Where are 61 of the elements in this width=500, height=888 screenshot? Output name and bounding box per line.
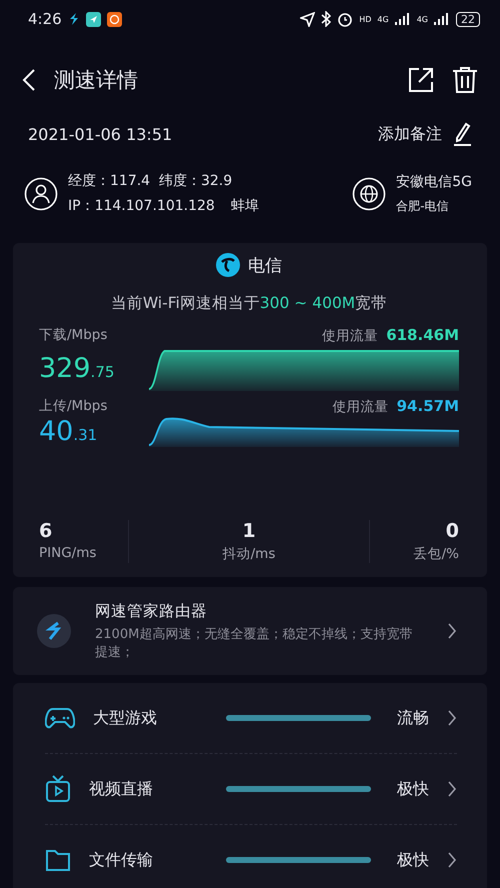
stat-label: PING/ms	[39, 545, 96, 561]
location-icon	[300, 12, 316, 26]
speed-value: 40.31	[39, 416, 98, 447]
share-icon[interactable]	[408, 67, 434, 93]
test-datetime: 2021-01-06 13:51	[28, 124, 172, 144]
back-icon[interactable]	[22, 68, 36, 92]
battery-level: 22	[456, 12, 480, 26]
ip-address: IP：114.107.101.128	[68, 197, 215, 215]
provider-name: 电信	[248, 254, 282, 276]
status-time: 4:26	[28, 10, 62, 28]
rating-value: 流畅	[397, 708, 429, 728]
stat-value: 0	[446, 520, 459, 542]
globe-icon	[352, 176, 386, 210]
ad-description: 2100M超高网速；无缝全覆盖；稳定不掉线；支持宽带提速；	[95, 626, 414, 662]
alarm-icon	[337, 11, 354, 27]
pencil-icon[interactable]	[452, 122, 472, 146]
speed-summary: 当前Wi-Fi网速相当于300 ~ 400M宽带	[110, 293, 388, 314]
folder-icon	[45, 848, 71, 872]
carrier-logo-icon	[216, 253, 240, 277]
app-icon	[106, 12, 122, 26]
page-title: 测速详情	[54, 67, 139, 94]
usage-label: 使用流量	[322, 327, 378, 345]
person-icon	[24, 176, 58, 210]
chevron-icon	[447, 851, 457, 869]
usage-value: 94.57M	[396, 397, 459, 415]
rating-name: 视频直播	[89, 778, 154, 800]
stat-value: 1	[242, 520, 256, 542]
chevron-icon	[447, 709, 457, 727]
carrier-region: 合肥-电信	[396, 198, 450, 214]
coordinates-text: 经度：117.4 纬度：32.9	[68, 172, 234, 190]
chevron-icon	[447, 780, 457, 798]
speed-label: 下载/Mbps	[39, 326, 108, 345]
router-ad-card[interactable]: 网速管家路由器 2100M超高网速；无缝全覆盖；稳定不掉线；支持宽带提速；	[13, 587, 487, 675]
gamepad-icon	[45, 706, 75, 730]
rating-name: 文件传输	[89, 850, 154, 870]
usage-value: 618.46M	[386, 326, 459, 344]
stat-label: 丢包/%	[414, 545, 459, 563]
bluetooth-icon	[321, 11, 332, 27]
ad-title: 网速管家路由器	[95, 600, 208, 622]
delete-icon[interactable]	[452, 66, 478, 94]
signal-icon	[434, 13, 450, 25]
tv-icon	[45, 775, 71, 803]
rating-value: 极快	[397, 850, 429, 870]
speed-value: 329.75	[39, 352, 116, 384]
network-label: 4G	[377, 14, 389, 24]
carrier-name: 安徽电信5G	[396, 172, 472, 190]
add-note-link[interactable]: 添加备注	[378, 124, 442, 144]
chevron-icon	[447, 622, 457, 640]
signal-icon	[394, 13, 411, 25]
hd-label: HD	[359, 14, 372, 24]
router-logo-icon	[37, 614, 71, 648]
app-icon	[86, 12, 101, 26]
rating-name: 大型游戏	[93, 708, 158, 728]
stat-label: 抖动/ms	[222, 545, 276, 563]
speed-label: 上传/Mbps	[39, 397, 108, 416]
usage-label: 使用流量	[332, 398, 389, 416]
rating-value: 极快	[397, 778, 429, 800]
stat-value: 6	[39, 520, 52, 542]
network-label: 4G	[416, 14, 428, 24]
bolt-icon	[68, 12, 80, 26]
city-text: 蚌埠	[230, 197, 259, 215]
